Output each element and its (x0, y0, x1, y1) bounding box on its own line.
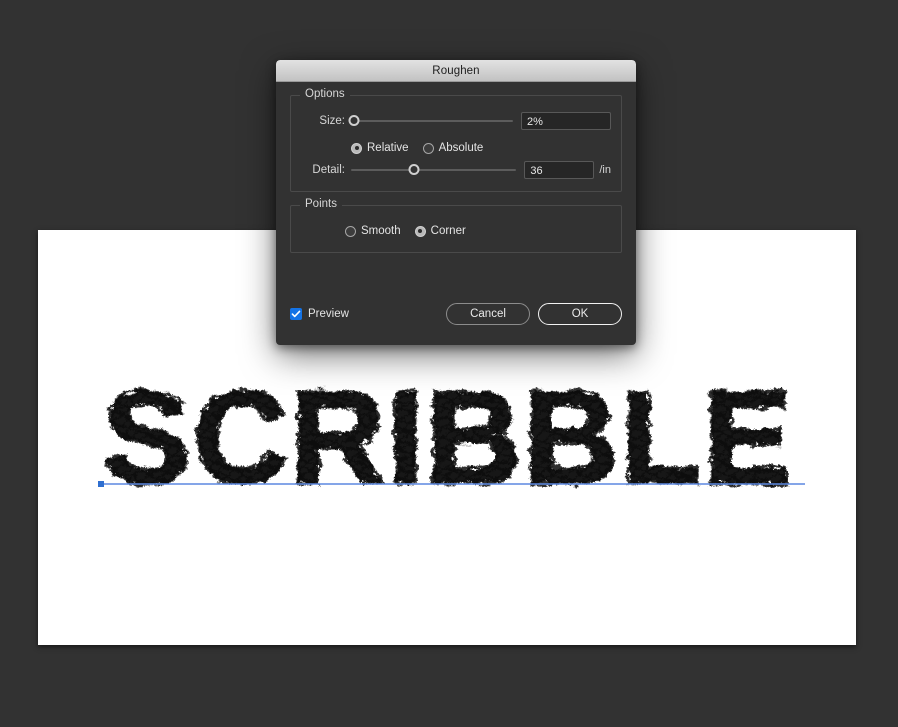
detail-slider[interactable] (351, 161, 517, 179)
radio-absolute-label: Absolute (438, 142, 484, 154)
dialog-buttons: Cancel OK (446, 303, 622, 325)
detail-input[interactable]: 36 (524, 161, 595, 179)
detail-label: Detail: (312, 164, 345, 176)
application-window: SCRIBBLE SCRIBBLE Rough (0, 0, 898, 727)
size-slider-thumb[interactable] (348, 115, 360, 126)
dialog-body: Options Size: 2% Relative Absolute Detai… (276, 82, 636, 345)
radio-corner-label: Corner (430, 225, 466, 237)
radio-relative-indicator (351, 142, 362, 154)
size-mode-radio-group: Relative Absolute (301, 137, 611, 159)
roughen-dialog[interactable]: Roughen Options Size: 2% Relative Absolu… (276, 60, 636, 345)
radio-smooth-indicator (345, 225, 356, 237)
svg-text:SCRIBBLE: SCRIBBLE (102, 363, 793, 510)
detail-slider-thumb[interactable] (408, 164, 420, 175)
dialog-title: Roughen (432, 64, 480, 77)
dialog-titlebar[interactable]: Roughen (276, 60, 636, 82)
path-anchor-point[interactable] (98, 481, 104, 487)
preview-checkbox[interactable]: Preview (290, 308, 349, 320)
size-row: Size: 2% (301, 110, 611, 132)
cancel-button[interactable]: Cancel (446, 303, 530, 325)
radio-relative[interactable]: Relative (351, 142, 409, 154)
points-radio-group: Smooth Corner (301, 220, 611, 242)
radio-absolute[interactable]: Absolute (422, 142, 484, 154)
size-input[interactable]: 2% (521, 112, 611, 130)
detail-row: Detail: 36 /in (301, 159, 611, 181)
size-slider[interactable] (348, 112, 513, 130)
radio-corner[interactable]: Corner (414, 225, 466, 237)
dialog-footer: Preview Cancel OK (290, 303, 622, 325)
radio-relative-label: Relative (367, 142, 409, 154)
detail-slider-track[interactable] (351, 169, 517, 171)
options-group-label: Options (300, 88, 350, 100)
points-group-label: Points (300, 198, 342, 210)
radio-corner-indicator (414, 225, 426, 237)
points-group: Points Smooth Corner (290, 198, 622, 253)
size-slider-track[interactable] (351, 120, 513, 122)
preview-label: Preview (308, 308, 349, 320)
radio-smooth[interactable]: Smooth (345, 225, 401, 237)
options-group: Options Size: 2% Relative Absolute Detai… (290, 88, 622, 192)
checkbox-icon[interactable] (290, 308, 302, 320)
check-icon (291, 310, 301, 318)
size-label: Size: (319, 115, 345, 127)
radio-smooth-label: Smooth (361, 225, 401, 237)
detail-unit-label: /in (599, 164, 611, 176)
artwork-fray: SCRIBBLE (100, 361, 793, 512)
radio-absolute-indicator (422, 142, 434, 154)
ok-button[interactable]: OK (538, 303, 622, 325)
